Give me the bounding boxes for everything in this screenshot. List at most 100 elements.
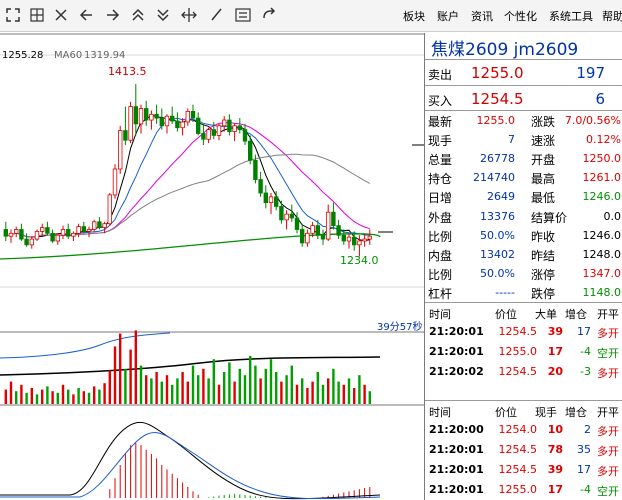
quote-label: 日增 xyxy=(428,191,453,206)
candle-body xyxy=(263,192,268,204)
menu-system-tools[interactable]: 系统工具 xyxy=(549,8,593,24)
trade-price: 1254.0 xyxy=(498,423,538,436)
volume-bar xyxy=(254,365,257,404)
volume-bar xyxy=(77,388,80,404)
close-x-icon[interactable] xyxy=(50,4,72,26)
volume-bar xyxy=(306,388,309,404)
table-header: 价位 xyxy=(495,308,517,321)
quote-label: 涨跌 xyxy=(531,115,556,129)
volume-bar xyxy=(181,372,184,404)
table-header: 增仓 xyxy=(565,406,587,419)
quote-value: 50.0% xyxy=(480,228,515,242)
menu-help[interactable]: 帮助 xyxy=(602,8,622,24)
volume-bar xyxy=(301,378,304,404)
menu-personalize[interactable]: 个性化 xyxy=(504,8,537,24)
quote-label: 最高 xyxy=(531,172,556,187)
quote-label: 比例 xyxy=(428,229,453,244)
quote-label: 昨收 xyxy=(531,229,556,244)
candle-body xyxy=(232,125,237,132)
volume-bar xyxy=(269,359,273,404)
macd-dif-line xyxy=(0,422,381,500)
volume-bar xyxy=(56,392,59,404)
candle-body xyxy=(331,211,336,227)
volume-bar xyxy=(25,392,28,404)
quote-label: 比例 xyxy=(428,267,453,282)
table-header: 时间 xyxy=(429,406,451,419)
volume-bar xyxy=(290,365,293,404)
candle-body xyxy=(92,221,97,230)
sell-volume: 197 xyxy=(576,64,605,82)
quote-label: 昨结 xyxy=(531,248,556,263)
volume-bar xyxy=(264,368,267,404)
candle-body xyxy=(253,159,258,180)
table-header: 时间 xyxy=(429,308,451,321)
volume-bar xyxy=(249,356,252,404)
trade-type: 多开 xyxy=(597,445,619,458)
candle-body xyxy=(138,108,144,125)
contract-title: 焦煤2609 jm2609 xyxy=(431,40,579,60)
trade-type: 空开 xyxy=(597,347,619,360)
ma-legend-partial-value: 1255.28 xyxy=(2,50,44,61)
menu-account[interactable]: 账户 xyxy=(437,8,459,24)
volume-bar xyxy=(119,333,122,404)
kline-chart[interactable]: 1413.5 1234.0 39分57秒 xyxy=(0,33,424,500)
trade-size: 17 xyxy=(547,345,563,358)
volume-bar xyxy=(165,375,169,404)
volume-bar xyxy=(233,381,236,404)
quote-value: 1255.0 xyxy=(476,114,516,127)
volume-bar xyxy=(238,368,241,404)
pen-icon[interactable] xyxy=(206,4,228,26)
candle-body xyxy=(29,238,34,246)
trade-size: 78 xyxy=(547,443,563,456)
grid-icon[interactable] xyxy=(26,4,48,26)
trade-time: 21:20:02 xyxy=(429,365,484,378)
candle-body xyxy=(164,115,170,127)
list-icon[interactable] xyxy=(232,4,254,26)
volume-bar xyxy=(243,375,247,404)
chart-area[interactable]: 1413.5 1234.0 39分57秒 1255.28 MA60 1319.9… xyxy=(0,33,424,500)
volume-bar xyxy=(9,381,13,404)
volume-bar xyxy=(327,378,330,404)
volume-bar xyxy=(134,330,137,404)
volume-bar xyxy=(46,386,49,404)
quote-value: 0.12% xyxy=(586,133,621,147)
quote-value: 50.0% xyxy=(480,266,515,280)
candle-body xyxy=(55,234,60,242)
trade-oi-change: 35 xyxy=(577,443,591,456)
candle-body xyxy=(118,130,123,170)
expand-icon[interactable] xyxy=(2,4,24,26)
quote-value: 2649 xyxy=(487,190,515,204)
arrow-right-icon[interactable] xyxy=(101,4,123,26)
arrow-left-icon[interactable] xyxy=(76,4,98,26)
double-up-icon[interactable] xyxy=(127,4,149,26)
volume-bar xyxy=(98,389,101,404)
trade-oi-change: 2 xyxy=(584,423,591,436)
table-header: 开平 xyxy=(597,406,619,419)
volume-bar xyxy=(202,368,205,404)
volume-bar xyxy=(124,368,127,404)
redo-icon[interactable] xyxy=(258,4,280,26)
menu-news[interactable]: 资讯 xyxy=(471,8,493,24)
candle-body xyxy=(258,179,263,194)
move-icon[interactable] xyxy=(178,4,200,26)
quote-value: 1261.0 xyxy=(582,171,622,185)
ma40-line xyxy=(5,153,371,238)
candle-body xyxy=(305,232,310,244)
candle-body xyxy=(294,217,300,230)
trade-oi-change: -4 xyxy=(580,345,591,358)
volume-bar xyxy=(223,372,226,404)
trade-oi-change: 17 xyxy=(577,325,591,338)
candle-body xyxy=(227,119,232,132)
menu-board[interactable]: 板块 xyxy=(403,8,425,24)
double-down-icon[interactable] xyxy=(152,4,174,26)
volume-bar xyxy=(321,384,325,404)
candle-body xyxy=(216,125,222,136)
candle-body xyxy=(284,213,289,221)
candle-body xyxy=(273,196,279,207)
table-header: 现手 xyxy=(535,406,557,419)
candle-body xyxy=(13,229,19,234)
trade-time: 21:20:01 xyxy=(429,325,484,338)
candle-body xyxy=(175,120,180,129)
candle-body xyxy=(81,226,86,232)
volume-bar xyxy=(197,375,200,404)
